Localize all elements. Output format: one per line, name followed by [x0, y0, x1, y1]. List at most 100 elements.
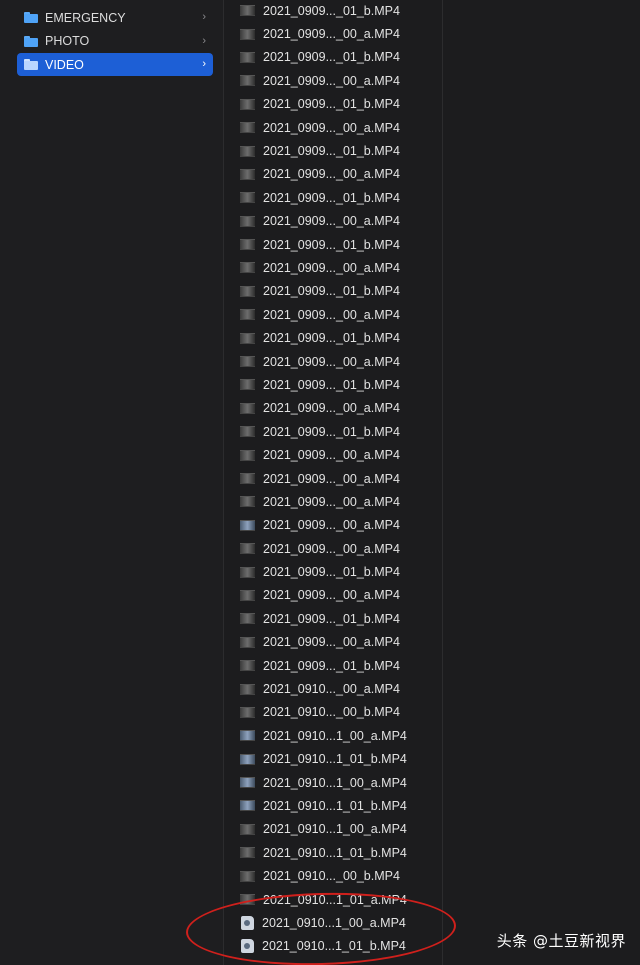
- video-thumbnail-icon: [240, 730, 255, 742]
- file-item[interactable]: 2021_0910...1_01_b.MP4: [240, 794, 407, 817]
- video-thumbnail-icon: [240, 285, 255, 297]
- file-name: 2021_0910..._00_b.MP4: [263, 869, 400, 884]
- video-thumbnail-icon: [240, 753, 255, 765]
- file-item[interactable]: 2021_0909..._00_a.MP4: [240, 22, 407, 45]
- file-item[interactable]: 2021_0909..._01_b.MP4: [240, 654, 407, 677]
- file-name: 2021_0910...1_01_b.MP4: [262, 939, 406, 954]
- file-name: 2021_0910...1_01_b.MP4: [263, 752, 407, 767]
- quicktime-file-icon: [241, 915, 254, 930]
- video-thumbnail-icon: [240, 215, 255, 227]
- video-thumbnail-icon: [240, 262, 255, 274]
- video-thumbnail-icon: [240, 800, 255, 812]
- file-item[interactable]: 2021_0909..._01_b.MP4: [240, 280, 407, 303]
- file-name: 2021_0910...1_00_a.MP4: [263, 775, 407, 790]
- video-thumbnail-icon: [240, 51, 255, 63]
- file-name: 2021_0909..._00_a.MP4: [263, 354, 400, 369]
- file-item[interactable]: 2021_0909..._01_b.MP4: [240, 373, 407, 396]
- video-thumbnail-icon: [240, 145, 255, 157]
- file-name: 2021_0909..._00_a.MP4: [263, 518, 400, 533]
- video-thumbnail-icon: [240, 706, 255, 718]
- file-item[interactable]: 2021_0909..._00_a.MP4: [240, 490, 407, 513]
- video-thumbnail-icon: [240, 402, 255, 414]
- folder-icon: [24, 35, 38, 47]
- file-item[interactable]: 2021_0909..._01_b.MP4: [240, 0, 407, 22]
- folder-icon: [24, 59, 38, 70]
- video-thumbnail-icon: [240, 332, 255, 344]
- file-item[interactable]: 2021_0909..._01_b.MP4: [240, 233, 407, 256]
- file-item[interactable]: 2021_0909..._01_b.MP4: [240, 560, 407, 583]
- file-item[interactable]: 2021_0910...1_00_a.MP4: [240, 911, 407, 934]
- file-item[interactable]: 2021_0910..._00_a.MP4: [240, 677, 407, 700]
- video-thumbnail-icon: [240, 660, 255, 672]
- video-thumbnail-icon: [240, 75, 255, 87]
- file-item[interactable]: 2021_0910..._00_b.MP4: [240, 701, 407, 724]
- file-name: 2021_0910...1_01_b.MP4: [263, 798, 407, 813]
- video-thumbnail-icon: [240, 426, 255, 438]
- file-item[interactable]: 2021_0909..._00_a.MP4: [240, 631, 407, 654]
- file-item[interactable]: 2021_0909..._01_b.MP4: [240, 139, 407, 162]
- file-item[interactable]: 2021_0909..._01_b.MP4: [240, 46, 407, 69]
- video-thumbnail-icon: [240, 356, 255, 368]
- video-thumbnail-icon: [240, 239, 255, 251]
- file-item[interactable]: 2021_0909..._00_a.MP4: [240, 256, 407, 279]
- file-item[interactable]: 2021_0909..._01_b.MP4: [240, 186, 407, 209]
- file-name: 2021_0910..._00_b.MP4: [263, 705, 400, 720]
- file-item[interactable]: 2021_0909..._00_a.MP4: [240, 514, 407, 537]
- folder-label: PHOTO: [45, 34, 90, 48]
- file-item[interactable]: 2021_0909..._01_b.MP4: [240, 326, 407, 349]
- folder-item-video[interactable]: VIDEO ›: [17, 53, 213, 76]
- file-item[interactable]: 2021_0909..._00_a.MP4: [240, 210, 407, 233]
- file-item[interactable]: 2021_0910...1_00_a.MP4: [240, 771, 407, 794]
- file-item[interactable]: 2021_0909..._00_a.MP4: [240, 116, 407, 139]
- file-item[interactable]: 2021_0909..._00_a.MP4: [240, 584, 407, 607]
- file-name: 2021_0910...1_00_a.MP4: [262, 915, 406, 930]
- file-name: 2021_0910...1_00_a.MP4: [263, 822, 407, 837]
- file-item[interactable]: 2021_0909..._00_a.MP4: [240, 397, 407, 420]
- video-thumbnail-icon: [240, 5, 255, 17]
- folder-item-emergency[interactable]: EMERGENCY ›: [17, 6, 213, 29]
- file-item[interactable]: 2021_0910...1_01_a.MP4: [240, 888, 407, 911]
- file-item[interactable]: 2021_0909..._01_b.MP4: [240, 607, 407, 630]
- file-name: 2021_0909..._00_a.MP4: [263, 588, 400, 603]
- file-item[interactable]: 2021_0909..._00_a.MP4: [240, 163, 407, 186]
- video-thumbnail-icon: [240, 543, 255, 555]
- watermark: 头条 @土豆新视界: [496, 932, 626, 950]
- file-column[interactable]: 2021_0909..._01_b.MP4 2021_0909..._00_a.M…: [224, 0, 443, 965]
- file-name: 2021_0909..._00_a.MP4: [263, 167, 400, 182]
- video-thumbnail-icon: [240, 777, 255, 789]
- video-thumbnail-icon: [240, 98, 255, 110]
- video-thumbnail-icon: [240, 847, 255, 859]
- preview-column: [443, 0, 640, 965]
- file-item[interactable]: 2021_0910...1_00_a.MP4: [240, 724, 407, 747]
- file-item[interactable]: 2021_0909..._00_a.MP4: [240, 537, 407, 560]
- file-name: 2021_0909..._01_b.MP4: [263, 190, 400, 205]
- quicktime-file-icon: [241, 939, 254, 954]
- video-thumbnail-icon: [240, 566, 255, 578]
- file-name: 2021_0909..._00_a.MP4: [263, 471, 400, 486]
- file-name: 2021_0909..._01_b.MP4: [263, 424, 400, 439]
- file-item[interactable]: 2021_0909..._00_a.MP4: [240, 443, 407, 466]
- file-item[interactable]: 2021_0910...1_01_b.MP4: [240, 841, 407, 864]
- file-item[interactable]: 2021_0909..._00_a.MP4: [240, 350, 407, 373]
- chevron-right-icon: ›: [202, 58, 206, 70]
- file-item[interactable]: 2021_0909..._01_b.MP4: [240, 420, 407, 443]
- file-name: 2021_0909..._01_b.MP4: [263, 144, 400, 159]
- video-thumbnail-icon: [240, 613, 255, 625]
- file-item[interactable]: 2021_0909..._00_a.MP4: [240, 303, 407, 326]
- video-thumbnail-icon: [240, 168, 255, 180]
- file-item[interactable]: 2021_0910...1_01_b.MP4: [240, 748, 407, 771]
- file-name: 2021_0909..._00_a.MP4: [263, 27, 400, 42]
- file-name: 2021_0909..._01_b.MP4: [263, 3, 400, 18]
- file-name: 2021_0909..._00_a.MP4: [263, 307, 400, 322]
- file-name: 2021_0909..._00_a.MP4: [263, 401, 400, 416]
- file-item[interactable]: 2021_0910..._00_b.MP4: [240, 864, 407, 887]
- file-item[interactable]: 2021_0909..._01_b.MP4: [240, 93, 407, 116]
- file-name: 2021_0909..._01_b.MP4: [263, 331, 400, 346]
- folder-item-photo[interactable]: PHOTO ›: [17, 30, 213, 53]
- video-thumbnail-icon: [240, 379, 255, 391]
- file-item[interactable]: 2021_0909..._00_a.MP4: [240, 69, 407, 92]
- file-name: 2021_0910...1_01_a.MP4: [263, 892, 407, 907]
- file-item[interactable]: 2021_0910...1_01_b.MP4: [240, 935, 407, 958]
- file-item[interactable]: 2021_0909..._00_a.MP4: [240, 467, 407, 490]
- file-item[interactable]: 2021_0910...1_00_a.MP4: [240, 818, 407, 841]
